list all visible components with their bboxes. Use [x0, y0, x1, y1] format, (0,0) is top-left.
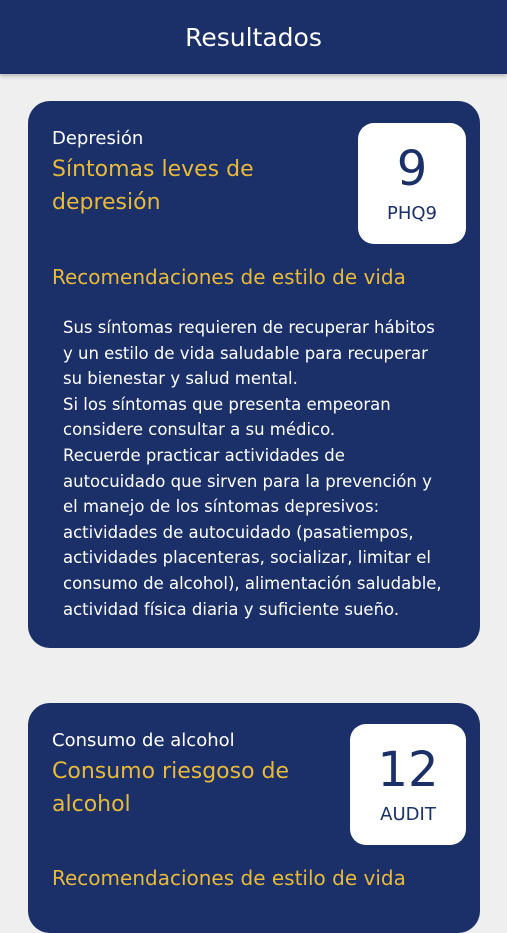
recommendation-line: el manejo de los síntomas depresivos:: [63, 497, 380, 517]
recommendation-line: autocuidado que sirven para la prevenció…: [63, 471, 432, 491]
recommendation-line: consumo de alcohol), alimentación saluda…: [63, 573, 442, 593]
recommendations-title: Recomendaciones de estilo de vida: [52, 265, 406, 289]
recommendation-line: su bienestar y salud mental.: [63, 369, 298, 389]
score-value: 9: [396, 141, 428, 197]
recommendation-line: Si los síntomas que presenta empeoran: [63, 394, 391, 414]
recommendation-line: actividades placenteras, socializar, lim…: [63, 548, 431, 568]
recommendation-line: Sus síntomas requieren de recuperar hábi…: [63, 318, 435, 337]
recommendations-title: Recomendaciones de estilo de vida: [52, 866, 406, 890]
page-title: Resultados: [185, 22, 322, 52]
score-box: 12 AUDIT: [350, 724, 466, 845]
recommendation-line: actividad física diaria y suficiente sue…: [63, 599, 400, 619]
card-category: Consumo de alcohol: [52, 730, 235, 751]
result-card-depression: Depresión Síntomas leves de depresión 9 …: [28, 101, 480, 648]
score-scale-label: PHQ9: [386, 203, 437, 224]
recommendations-text: Sus síntomas requieren de recuperar hábi…: [63, 315, 473, 622]
result-card-alcohol: Consumo de alcohol Consumo riesgoso de a…: [28, 703, 480, 933]
score-value: 12: [377, 742, 439, 798]
recommendation-line: actividades de autocuidado (pasatiempos,: [63, 522, 414, 542]
app-header: Resultados: [0, 0, 507, 74]
severity-label: Consumo riesgoso de alcohol: [52, 759, 290, 817]
recommendation-line: Recuerde practicar actividades de: [63, 445, 345, 465]
card-category: Depresión: [52, 128, 144, 149]
recommendation-line: considere consultar a su médico.: [63, 420, 336, 440]
score-box: 9 PHQ9: [358, 123, 466, 244]
recommendation-line: y un estilo de vida saludable para recup…: [63, 343, 428, 363]
score-scale-label: AUDIT: [380, 804, 436, 825]
severity-label: Síntomas leves de depresión: [52, 157, 254, 215]
